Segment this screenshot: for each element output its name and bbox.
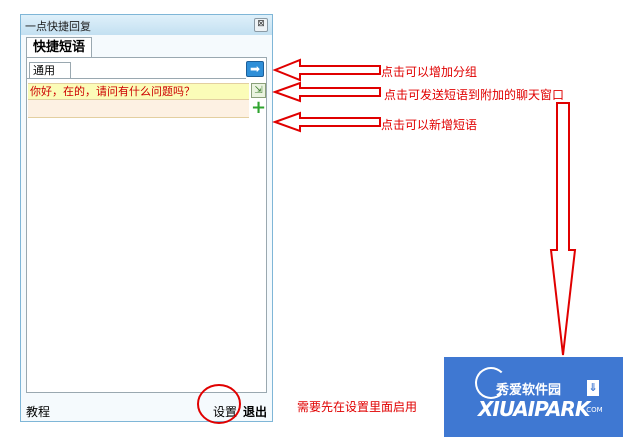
note-enable-first: 需要先在设置里面启用 [297, 400, 418, 414]
note-add-group: 点击可以增加分组 [381, 65, 478, 79]
note-new-phrase: 点击可以新增短语 [381, 118, 478, 132]
highlight-circle-settings [197, 384, 241, 424]
arrow-down-long [549, 102, 577, 356]
watermark-cn: 秀爱软件园 [496, 383, 562, 398]
watermark-en: XIUAIPARK [478, 397, 590, 421]
watermark-com: .COM [584, 406, 603, 414]
watermark: 秀爱软件园 ⇓ XIUAIPARK .COM [444, 357, 623, 437]
download-icon: ⇓ [587, 380, 599, 396]
note-send-phrase: 点击可发送短语到附加的聊天窗口 [384, 88, 565, 102]
arrow-new-phrase [272, 111, 381, 133]
arrow-add-group [272, 58, 381, 82]
arrow-send-phrase [272, 81, 381, 103]
